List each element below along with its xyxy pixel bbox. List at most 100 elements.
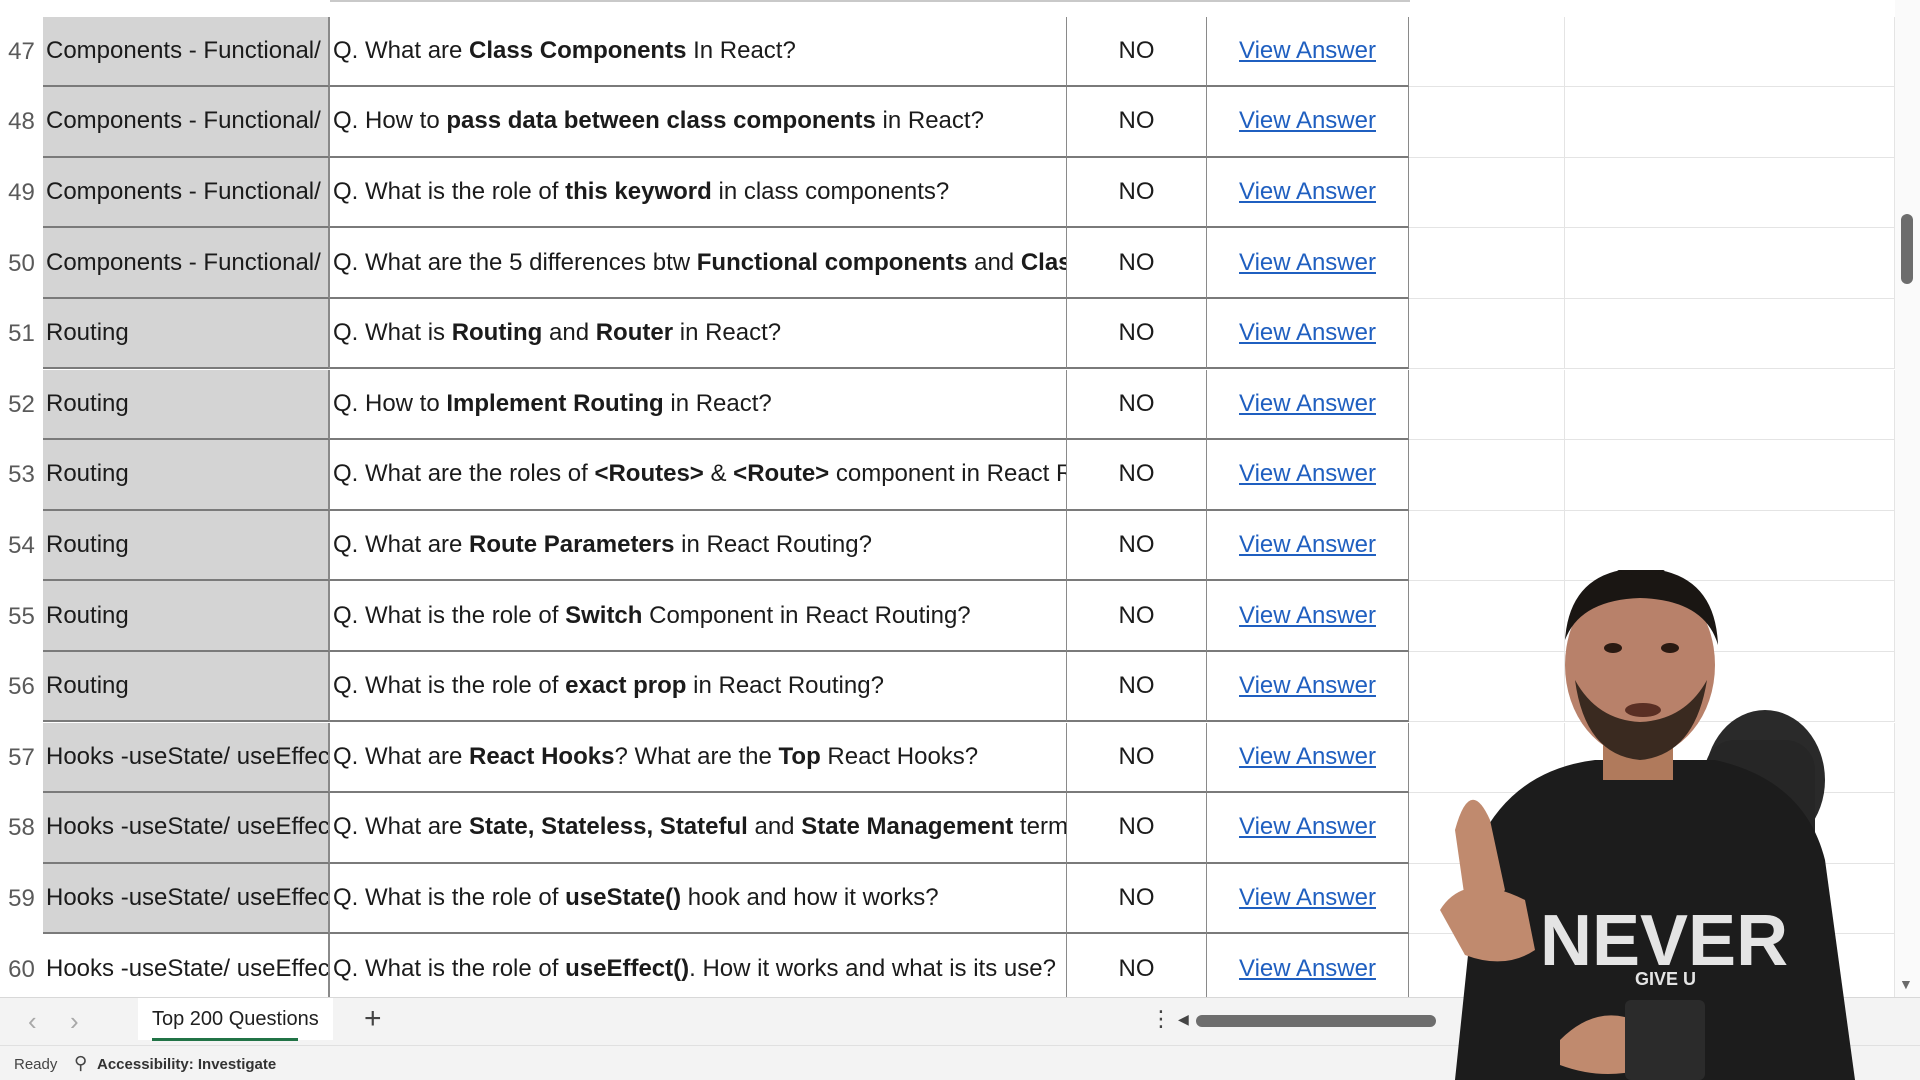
status-cell[interactable]: NO	[1067, 157, 1207, 229]
topic-cell[interactable]: Routing	[43, 298, 330, 370]
answer-link-cell[interactable]: View Answer	[1207, 440, 1409, 511]
status-cell[interactable]: NO	[1067, 722, 1207, 794]
status-cell[interactable]: NO	[1067, 369, 1207, 441]
view-answer-link[interactable]: View Answer	[1239, 390, 1376, 418]
scroll-left-arrow-icon[interactable]: ◀	[1178, 1011, 1189, 1028]
row-number[interactable]: 48	[0, 87, 43, 158]
status-cell[interactable]: NO	[1067, 581, 1207, 652]
question-cell[interactable]: Q. What are State, Stateless, Stateful a…	[330, 793, 1067, 864]
question-cell[interactable]: Q. What is the role of this keyword in c…	[330, 157, 1067, 229]
status-cell[interactable]: NO	[1067, 87, 1207, 158]
status-cell[interactable]: NO	[1067, 440, 1207, 511]
row-number[interactable]: 50	[0, 228, 43, 299]
accessibility-icon[interactable]: ⚲	[74, 1053, 87, 1074]
topic-cell[interactable]: Routing	[43, 440, 330, 511]
row-number[interactable]: 54	[0, 511, 43, 582]
answer-link-cell[interactable]: View Answer	[1207, 298, 1409, 370]
topic-cell[interactable]: Hooks -useState/ useEffect	[43, 793, 330, 864]
view-answer-link[interactable]: View Answer	[1239, 955, 1376, 983]
empty-cell[interactable]	[1409, 440, 1565, 511]
sheet-tab-top-200-questions[interactable]: Top 200 Questions	[138, 998, 333, 1040]
empty-cell[interactable]	[1409, 298, 1565, 370]
view-answer-link[interactable]: View Answer	[1239, 107, 1376, 135]
question-cell[interactable]: Q. What are Route Parameters in React Ro…	[330, 510, 1067, 582]
empty-cell[interactable]	[1409, 16, 1565, 88]
answer-link-cell[interactable]: View Answer	[1207, 793, 1409, 864]
view-answer-link[interactable]: View Answer	[1239, 531, 1376, 559]
row-number[interactable]: 47	[0, 17, 43, 88]
view-answer-link[interactable]: View Answer	[1239, 813, 1376, 841]
row-number[interactable]: 52	[0, 370, 43, 441]
empty-cell[interactable]	[1565, 298, 1895, 370]
topic-cell[interactable]: Components - Functional/ Cl	[43, 157, 330, 229]
empty-cell[interactable]	[1565, 157, 1895, 229]
row-number[interactable]: 56	[0, 652, 43, 723]
row-number[interactable]: 57	[0, 723, 43, 794]
empty-cell[interactable]	[1409, 369, 1565, 441]
row-number[interactable]: 55	[0, 581, 43, 652]
empty-cell[interactable]	[1565, 440, 1895, 511]
view-answer-link[interactable]: View Answer	[1239, 37, 1376, 65]
question-cell[interactable]: Q. What are the roles of <Routes> & <Rou…	[330, 440, 1067, 511]
row-number[interactable]: 58	[0, 793, 43, 864]
answer-link-cell[interactable]: View Answer	[1207, 863, 1409, 935]
question-cell[interactable]: Q. What are Class Components In React?	[330, 16, 1067, 88]
empty-cell[interactable]	[1565, 87, 1895, 158]
view-answer-link[interactable]: View Answer	[1239, 178, 1376, 206]
status-cell[interactable]: NO	[1067, 298, 1207, 370]
question-cell[interactable]: Q. How to pass data between class compon…	[330, 87, 1067, 158]
view-answer-link[interactable]: View Answer	[1239, 319, 1376, 347]
view-answer-link[interactable]: View Answer	[1239, 602, 1376, 630]
question-cell[interactable]: Q. What are React Hooks? What are the To…	[330, 722, 1067, 794]
answer-link-cell[interactable]: View Answer	[1207, 510, 1409, 582]
answer-link-cell[interactable]: View Answer	[1207, 228, 1409, 299]
more-options-icon[interactable]: ⋮	[1150, 1006, 1172, 1032]
topic-cell[interactable]: Hooks -useState/ useEffect	[43, 934, 330, 997]
status-cell[interactable]: NO	[1067, 16, 1207, 88]
view-answer-link[interactable]: View Answer	[1239, 743, 1376, 771]
vertical-scroll-thumb[interactable]	[1901, 214, 1913, 284]
topic-cell[interactable]: Components - Functional/ Cl	[43, 16, 330, 88]
topic-cell[interactable]: Hooks -useState/ useEffect	[43, 863, 330, 935]
empty-cell[interactable]	[1565, 369, 1895, 441]
question-cell[interactable]: Q. How to Implement Routing in React?	[330, 369, 1067, 441]
row-number[interactable]: 59	[0, 864, 43, 935]
add-sheet-button[interactable]: +	[364, 1002, 382, 1036]
answer-link-cell[interactable]: View Answer	[1207, 722, 1409, 794]
status-cell[interactable]: NO	[1067, 863, 1207, 935]
status-cell[interactable]: NO	[1067, 793, 1207, 864]
topic-cell[interactable]: Components - Functional/ Cl	[43, 87, 330, 158]
question-cell[interactable]: Q. What is the role of exact prop in Rea…	[330, 651, 1067, 723]
empty-cell[interactable]	[1409, 87, 1565, 158]
next-sheet-arrow-icon[interactable]: ›	[70, 1006, 79, 1037]
answer-link-cell[interactable]: View Answer	[1207, 369, 1409, 441]
accessibility-status[interactable]: Accessibility: Investigate	[97, 1056, 276, 1073]
topic-cell[interactable]: Routing	[43, 651, 330, 723]
topic-cell[interactable]: Hooks -useState/ useEffect	[43, 722, 330, 794]
view-answer-link[interactable]: View Answer	[1239, 884, 1376, 912]
topic-cell[interactable]: Routing	[43, 369, 330, 441]
answer-link-cell[interactable]: View Answer	[1207, 87, 1409, 158]
row-number[interactable]: 49	[0, 158, 43, 229]
empty-cell[interactable]	[1565, 16, 1895, 88]
question-cell[interactable]: Q. What are the 5 differences btw Functi…	[330, 228, 1067, 299]
view-answer-link[interactable]: View Answer	[1239, 672, 1376, 700]
status-cell[interactable]: NO	[1067, 934, 1207, 997]
topic-cell[interactable]: Routing	[43, 581, 330, 652]
status-cell[interactable]: NO	[1067, 651, 1207, 723]
answer-link-cell[interactable]: View Answer	[1207, 934, 1409, 997]
question-cell[interactable]: Q. What is the role of Switch Component …	[330, 581, 1067, 652]
row-number[interactable]: 53	[0, 440, 43, 511]
row-number[interactable]: 51	[0, 299, 43, 370]
view-answer-link[interactable]: View Answer	[1239, 460, 1376, 488]
answer-link-cell[interactable]: View Answer	[1207, 157, 1409, 229]
question-cell[interactable]: Q. What is the role of useEffect(). How …	[330, 934, 1067, 997]
row-number[interactable]: 60	[0, 934, 43, 997]
status-cell[interactable]: NO	[1067, 510, 1207, 582]
empty-cell[interactable]	[1409, 157, 1565, 229]
answer-link-cell[interactable]: View Answer	[1207, 651, 1409, 723]
status-cell[interactable]: NO	[1067, 228, 1207, 299]
prev-sheet-arrow-icon[interactable]: ‹	[28, 1006, 37, 1037]
answer-link-cell[interactable]: View Answer	[1207, 16, 1409, 88]
topic-cell[interactable]: Components - Functional/ Cl	[43, 228, 330, 299]
